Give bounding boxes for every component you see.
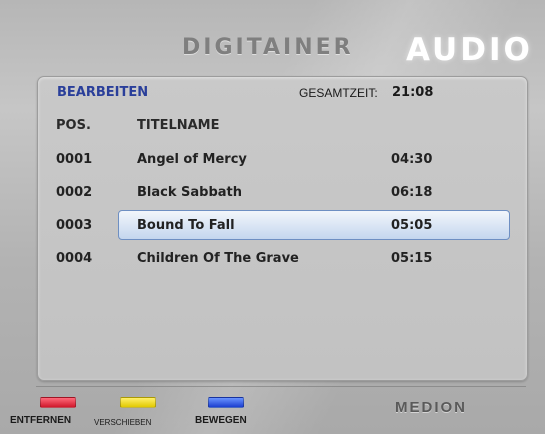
track-row[interactable]: 0004 Children Of The Grave 05:15 [38,243,526,275]
track-time: 05:05 [391,218,433,233]
track-pos: 0002 [56,185,93,200]
track-title: Angel of Mercy [137,152,247,167]
red-key-label[interactable]: ENTFERNEN [10,414,71,428]
track-row[interactable]: 0002 Black Sabbath 06:18 [38,177,526,209]
total-time-label: GESAMTZEIT: [299,86,378,100]
track-pos: 0001 [56,152,93,167]
track-time: 06:18 [391,185,433,200]
mode-label: BEARBEITEN [57,85,149,100]
blue-key-label[interactable]: BEWEGEN [195,414,247,428]
track-pos: 0004 [56,251,93,266]
medion-logo: MEDION [395,399,467,416]
red-key-icon[interactable] [40,397,76,408]
track-title: Bound To Fall [137,218,235,233]
column-header-title: TITELNAME [137,118,220,133]
column-header-pos: POS. [56,118,91,133]
total-time-value: 21:08 [392,85,434,100]
track-row[interactable]: 0001 Angel of Mercy 04:30 [38,144,526,176]
brand-logo: DIGITAINER [182,35,354,60]
track-row-selected[interactable]: 0003 Bound To Fall 05:05 [38,210,526,242]
yellow-key-icon[interactable] [120,397,156,408]
footer-divider [36,386,526,387]
track-title: Black Sabbath [137,185,243,200]
track-pos: 0003 [56,218,93,233]
yellow-key-label[interactable]: VERSCHIEBEN [94,416,151,430]
section-title: AUDIO [406,32,533,68]
track-time: 05:15 [391,251,433,266]
blue-key-icon[interactable] [208,397,244,408]
track-time: 04:30 [391,152,433,167]
track-title: Children Of The Grave [137,251,299,266]
